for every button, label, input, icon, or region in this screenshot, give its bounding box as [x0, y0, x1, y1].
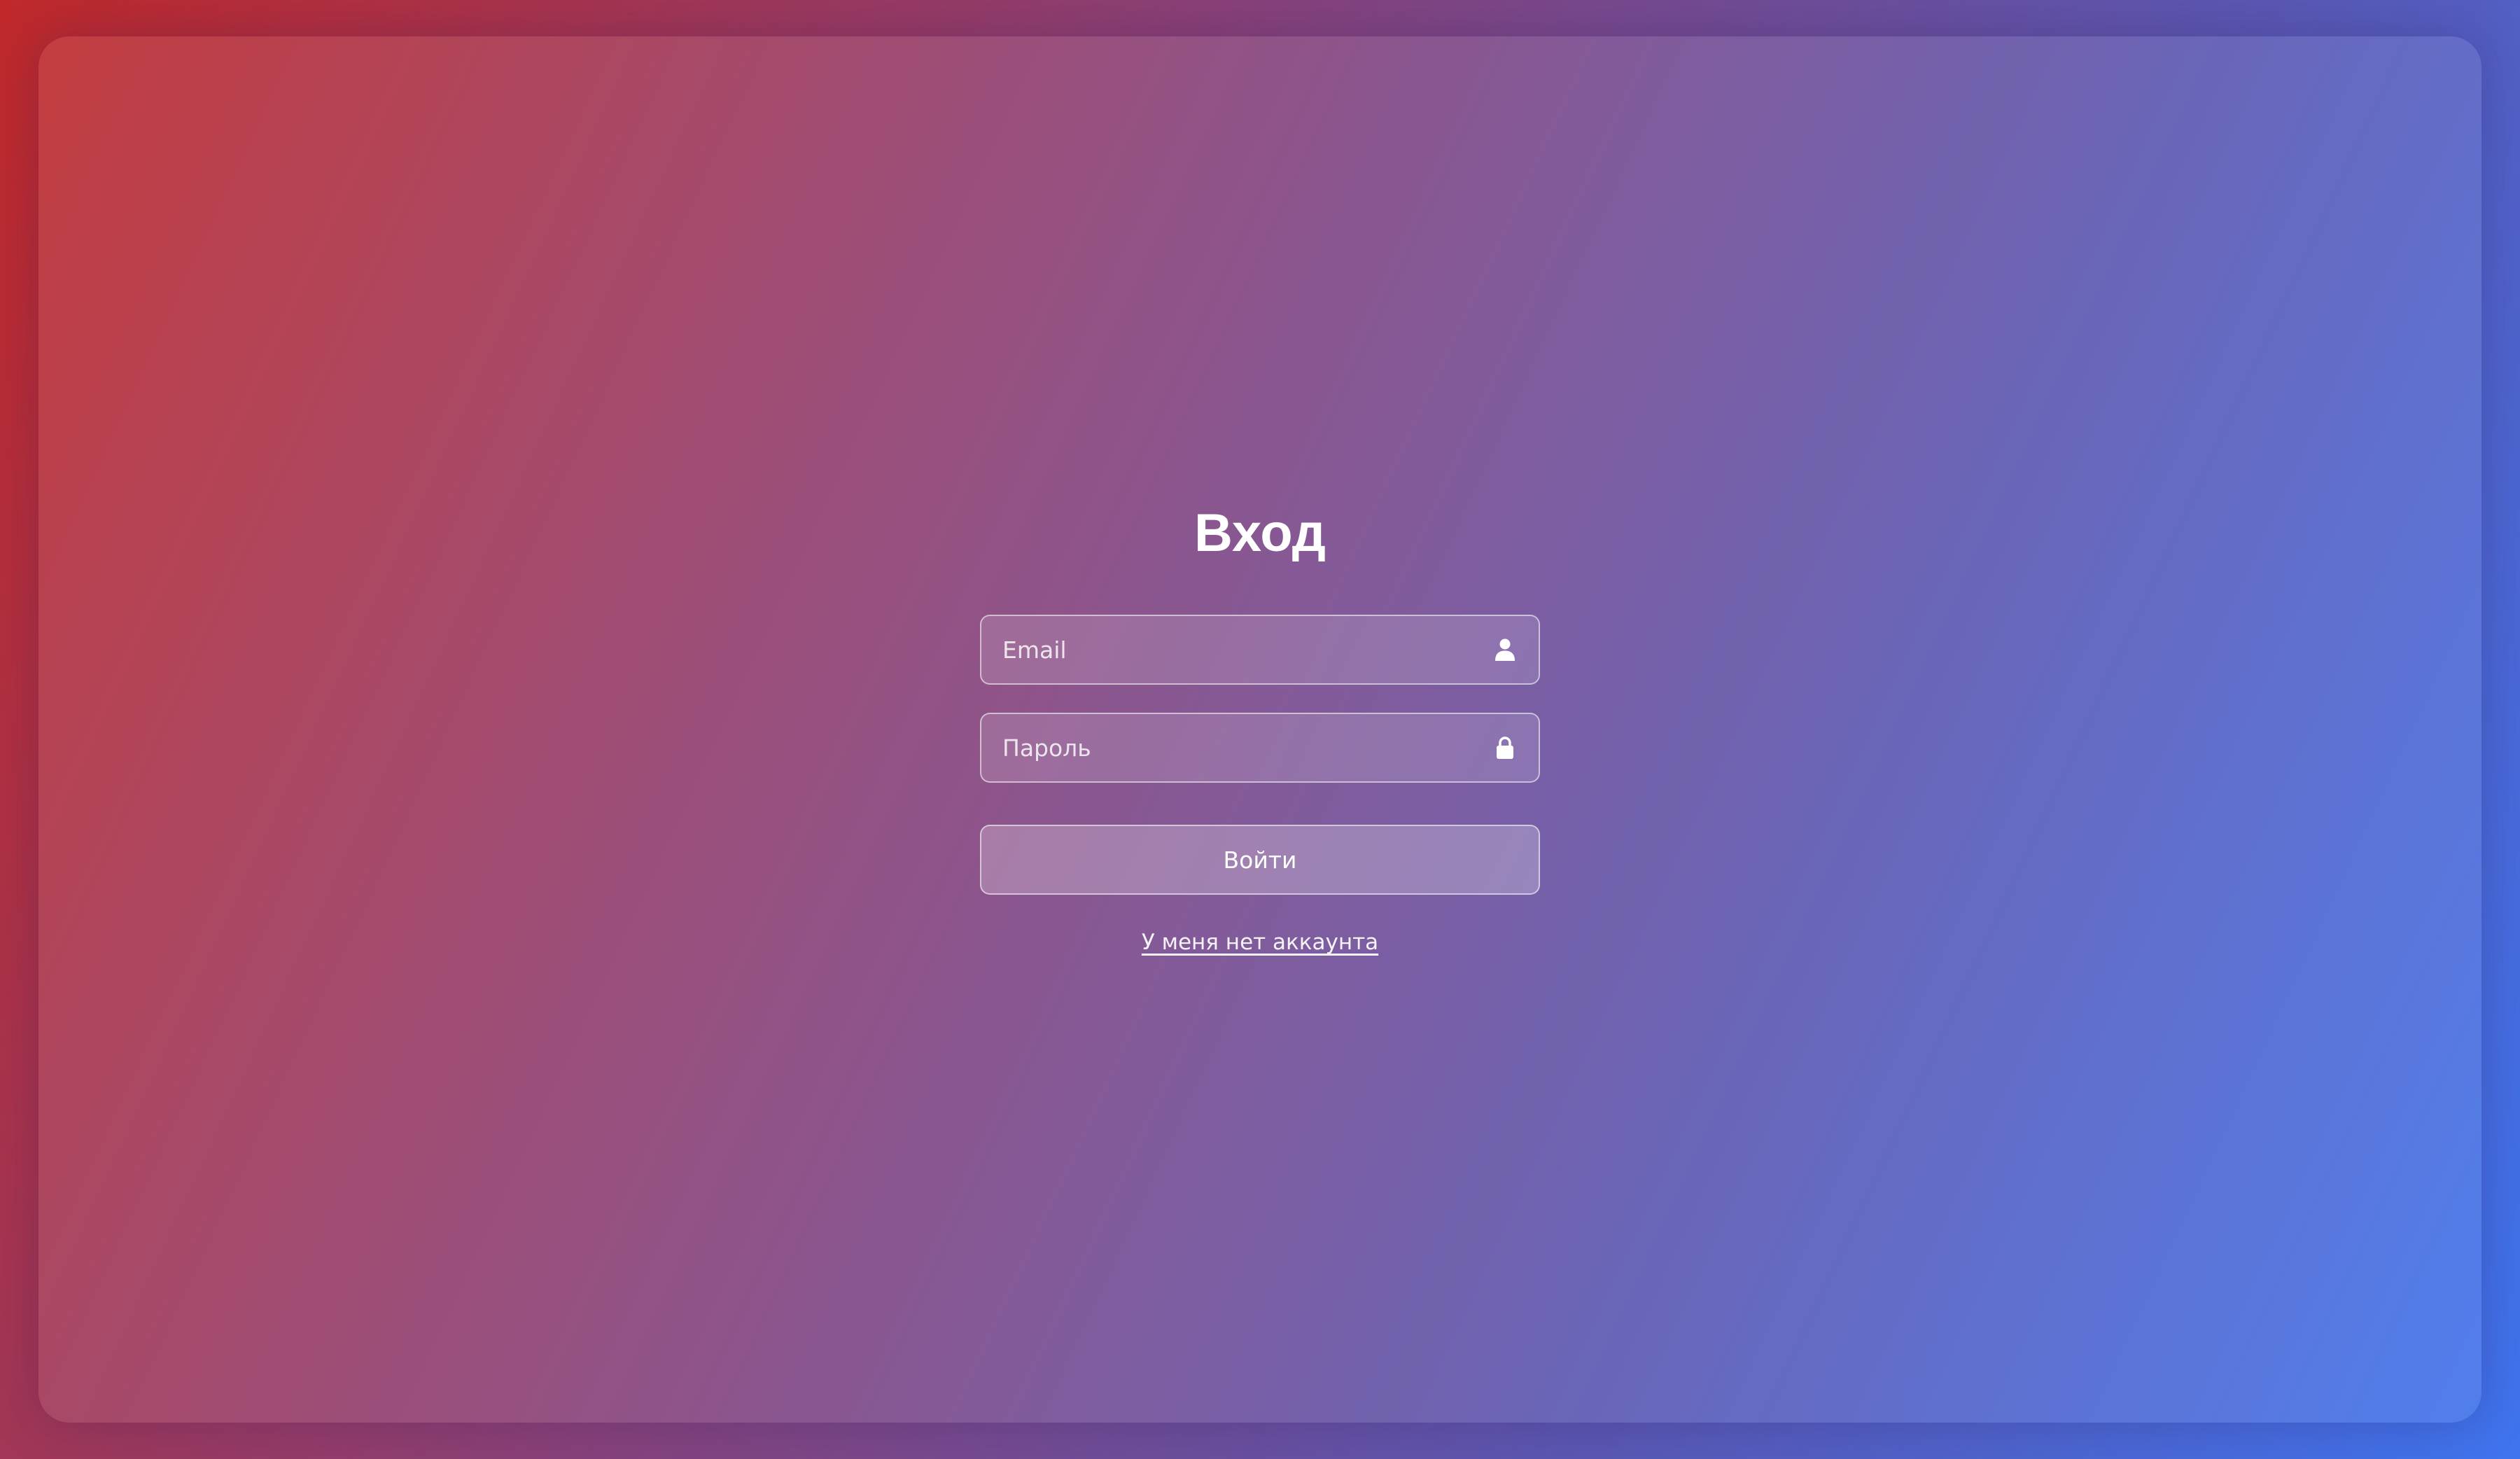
login-button[interactable]: Войти: [980, 825, 1540, 895]
email-field-wrapper: [980, 615, 1540, 685]
user-icon: [1492, 636, 1518, 663]
lock-icon: [1492, 734, 1518, 761]
login-title: Вход: [1194, 503, 1326, 563]
password-field-wrapper: [980, 713, 1540, 783]
login-panel: Вход Войти У меня нет аккаунта: [38, 36, 2482, 1423]
register-link[interactable]: У меня нет аккаунта: [1142, 930, 1378, 955]
password-input[interactable]: [981, 714, 1539, 781]
email-input[interactable]: [981, 616, 1539, 683]
